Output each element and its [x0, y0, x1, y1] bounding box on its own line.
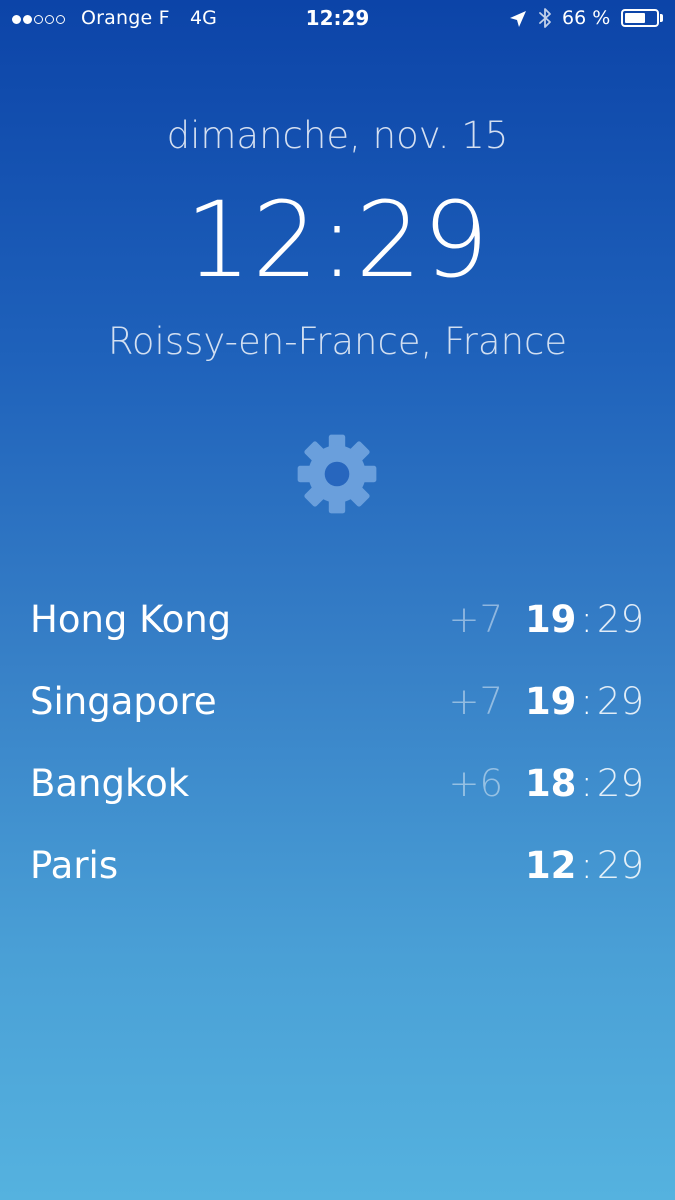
city-name: Singapore	[30, 680, 217, 723]
city-row[interactable]: Hong Kong +7 19:29	[0, 578, 675, 660]
city-offset: +7	[448, 598, 503, 641]
city-hour: 18	[524, 762, 577, 805]
city-hour: 19	[524, 598, 577, 641]
city-time: 18:29	[525, 762, 644, 806]
location-arrow-icon	[510, 11, 526, 27]
city-name: Hong Kong	[30, 598, 232, 641]
city-name: Paris	[30, 844, 119, 887]
bluetooth-icon	[539, 8, 551, 28]
city-time-separator: :	[580, 762, 593, 805]
city-row[interactable]: Singapore +7 19:29	[0, 660, 675, 742]
city-time: 12:29	[525, 844, 644, 888]
city-minute: 29	[596, 762, 644, 805]
city-time: 19:29	[525, 680, 644, 724]
city-minute: 29	[596, 598, 644, 641]
city-time-separator: :	[580, 680, 593, 723]
current-time: 12:29	[185, 179, 490, 301]
current-location: Roissy-en-France, France	[107, 320, 568, 363]
battery-icon	[621, 9, 659, 27]
city-hour: 12	[524, 844, 577, 887]
city-time-separator: :	[580, 598, 593, 641]
city-minute: 29	[596, 844, 644, 887]
city-list: Hong Kong +7 19:29 Singapore +7 19:29 Ba…	[0, 578, 675, 906]
city-time-separator: :	[580, 844, 593, 887]
city-row[interactable]: Bangkok +6 18:29	[0, 742, 675, 824]
city-offset: +6	[448, 762, 503, 805]
city-time: 19:29	[525, 598, 644, 642]
city-offset: +7	[448, 680, 503, 723]
battery-level-fill	[625, 13, 645, 23]
city-minute: 29	[596, 680, 644, 723]
gear-icon[interactable]	[296, 433, 378, 515]
battery-percent: 66 %	[562, 7, 611, 29]
city-hour: 19	[524, 680, 577, 723]
city-name: Bangkok	[30, 762, 190, 805]
status-bar: Orange F 4G 12:29 66 %	[0, 0, 675, 38]
current-date: dimanche, nov. 15	[166, 114, 509, 157]
battery-tip	[660, 14, 663, 22]
city-row[interactable]: Paris 12:29	[0, 824, 675, 906]
